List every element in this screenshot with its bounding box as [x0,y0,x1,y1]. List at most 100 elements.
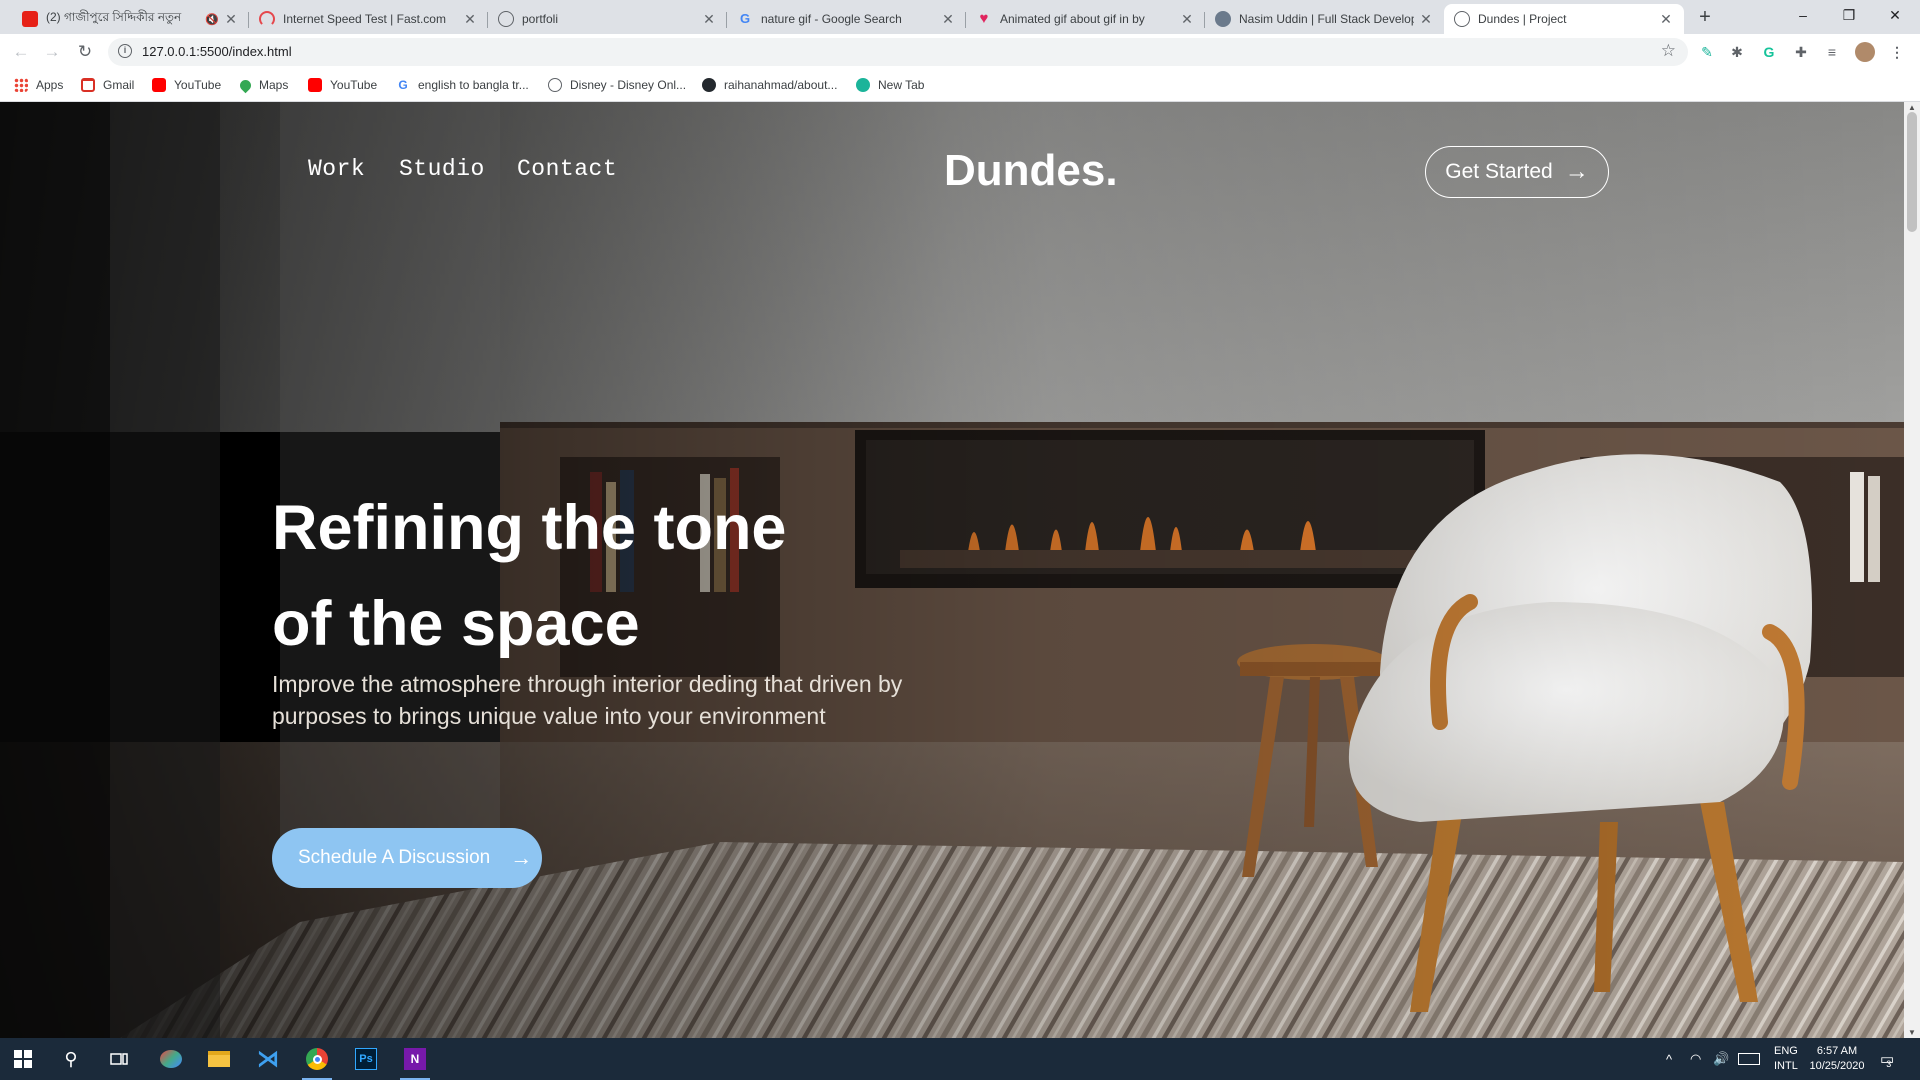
new-tab-button[interactable]: + [1693,6,1717,30]
scroll-up-arrow-icon[interactable]: ▲ [1907,103,1917,112]
nav-link-contact[interactable]: Contact [517,156,617,182]
tab-close-icon[interactable]: ✕ [1179,11,1195,28]
tab-portfoli[interactable]: portfoli ✕ [488,4,727,34]
language-code: ENG [1774,1045,1798,1057]
bookmark-label: english to bangla tr... [418,78,529,92]
page-scrollbar[interactable]: ▲ ▼ [1904,102,1920,1038]
extension-pen-icon[interactable]: ✎ [1697,42,1717,62]
bookmark-label: Maps [259,78,289,92]
desktop-screen: (2) গাজীপুরে সিদ্দিকীর নতুন 🔇 ✕ Internet… [0,0,1920,1080]
hero-subtitle-line-2: purposes to brings unique value into you… [272,703,826,729]
apps-grid-icon [14,78,28,92]
bookmark-github[interactable]: raihanahmad/about... [702,78,837,92]
nav-link-work[interactable]: Work [308,156,365,182]
windows-start-icon[interactable] [8,1044,38,1074]
globe-icon [498,11,514,27]
reload-icon[interactable]: ↻ [73,40,97,64]
clock-time: 6:57 AM [1816,1045,1858,1057]
volume-icon[interactable]: 🔊 [1713,1038,1729,1080]
show-hidden-icons-chevron-icon[interactable]: ^ [1666,1038,1672,1080]
hero-title-line-1: Refining the tone [272,493,787,563]
menu-kebab-icon[interactable]: ⋮ [1887,42,1907,62]
profile-avatar-icon[interactable] [1855,42,1875,62]
bookmark-disney[interactable]: Disney - Disney Onl... [548,78,686,92]
vscode-icon[interactable]: ⋊ [253,1044,283,1074]
task-view-icon[interactable] [104,1044,134,1074]
site-logo[interactable]: Dundes. [944,146,1118,196]
input-language-indicator[interactable]: ENG INTL [1774,1038,1798,1080]
page-viewport: Work Studio Contact Dundes. Get Started … [0,102,1904,1038]
bookmark-new-tab[interactable]: New Tab [856,78,924,92]
bookmark-apps[interactable]: Apps [14,78,63,92]
scrollbar-thumb[interactable] [1907,112,1917,232]
chrome-icon[interactable] [302,1044,332,1080]
github-icon [702,78,716,92]
globe-icon [548,78,562,92]
tab-fast-com[interactable]: Internet Speed Test | Fast.com ✕ [249,4,488,34]
bookmark-label: raihanahmad/about... [724,78,838,92]
tab-close-icon[interactable]: ✕ [1658,11,1674,28]
back-arrow-icon[interactable]: ← [9,40,33,64]
bookmark-gmail[interactable]: Gmail [81,78,134,92]
fast-favicon-icon [259,11,275,27]
onenote-icon[interactable]: N [400,1044,430,1080]
youtube-favicon-icon [22,11,38,27]
tab-google-search[interactable]: G nature gif - Google Search ✕ [727,4,966,34]
get-started-button[interactable]: Get Started → [1425,146,1609,198]
schedule-label: Schedule A Discussion [298,847,491,868]
tab-close-icon[interactable]: ✕ [223,11,239,28]
address-url[interactable]: 127.0.0.1:5500/index.html [142,44,292,59]
tab-title: nature gif - Google Search [761,12,902,26]
photoshop-icon[interactable]: Ps [351,1044,381,1074]
search-icon[interactable]: ⚲ [56,1044,86,1074]
media-queue-icon[interactable]: ≡ [1822,42,1842,62]
bookmark-maps[interactable]: Maps [237,77,289,93]
bookmark-label: YouTube [330,78,378,92]
paint-app-icon[interactable] [156,1044,186,1074]
close-window-button[interactable]: ✕ [1872,0,1918,30]
tab-dundes-project[interactable]: Dundes | Project ✕ [1444,4,1684,34]
bookmark-star-icon[interactable]: ☆ [1661,41,1676,61]
nav-link-studio[interactable]: Studio [399,156,485,182]
grammarly-icon[interactable]: G [1759,42,1779,62]
new-tab-m-icon [856,78,870,92]
bookmark-youtube-2[interactable]: YouTube [308,78,377,92]
tab-close-icon[interactable]: ✕ [940,11,956,28]
tab-close-icon[interactable]: ✕ [701,11,717,28]
scroll-down-arrow-icon[interactable]: ▼ [1907,1028,1917,1037]
tab-youtube-news[interactable]: (2) গাজীপুরে সিদ্দিকীর নতুন 🔇 ✕ [12,4,249,34]
minimize-button[interactable]: – [1780,0,1826,30]
bookmark-label: Disney - Disney Onl... [570,78,687,92]
tab-title: portfoli [522,12,559,26]
language-layout: INTL [1774,1060,1798,1072]
tab-close-icon[interactable]: ✕ [462,11,478,28]
maximize-button[interactable]: ❐ [1826,0,1872,30]
clock[interactable]: 6:57 AM 10/25/2020 [1805,1038,1869,1080]
youtube-icon [308,78,322,92]
keyboard-icon[interactable] [1738,1038,1760,1080]
arrow-right-icon: → [510,845,533,870]
bookmark-youtube-1[interactable]: YouTube [152,78,221,92]
address-bar[interactable]: i 127.0.0.1:5500/index.html ☆ [108,38,1688,66]
notification-count-badge: 3 [1886,1059,1892,1069]
forward-arrow-icon[interactable]: → [40,40,64,64]
extensions-puzzle-icon[interactable]: ✚ [1791,42,1811,62]
network-icon[interactable]: ◠ [1690,1038,1701,1080]
google-favicon-icon: G [739,11,751,26]
notification-center-icon[interactable]: ▭ 3 [1880,1038,1894,1080]
hero-title: Refining the tone of the space [272,480,972,672]
file-explorer-icon[interactable] [204,1044,234,1074]
schedule-discussion-button[interactable]: Schedule A Discussion → [272,828,542,888]
tab-close-icon[interactable]: ✕ [1418,11,1434,28]
tab-nasim-uddin[interactable]: Nasim Uddin | Full Stack Develop ✕ [1205,4,1444,34]
tab-animated-gif[interactable]: ♥ Animated gif about gif in by ✕ [966,4,1205,34]
tab-title: Animated gif about gif in by [1000,12,1145,26]
bookmark-translate[interactable]: G english to bangla tr... [396,78,529,92]
muted-speaker-icon[interactable]: 🔇 [205,13,219,26]
site-info-icon[interactable]: i [118,44,132,58]
bookmarks-bar: Apps Gmail YouTube Maps YouTube G englis… [0,70,1920,102]
gmail-icon [81,78,95,92]
hero-subtitle: Improve the atmosphere through interior … [272,668,952,732]
bookmark-label: Gmail [103,78,135,92]
extension-bug-icon[interactable]: ✱ [1727,42,1747,62]
